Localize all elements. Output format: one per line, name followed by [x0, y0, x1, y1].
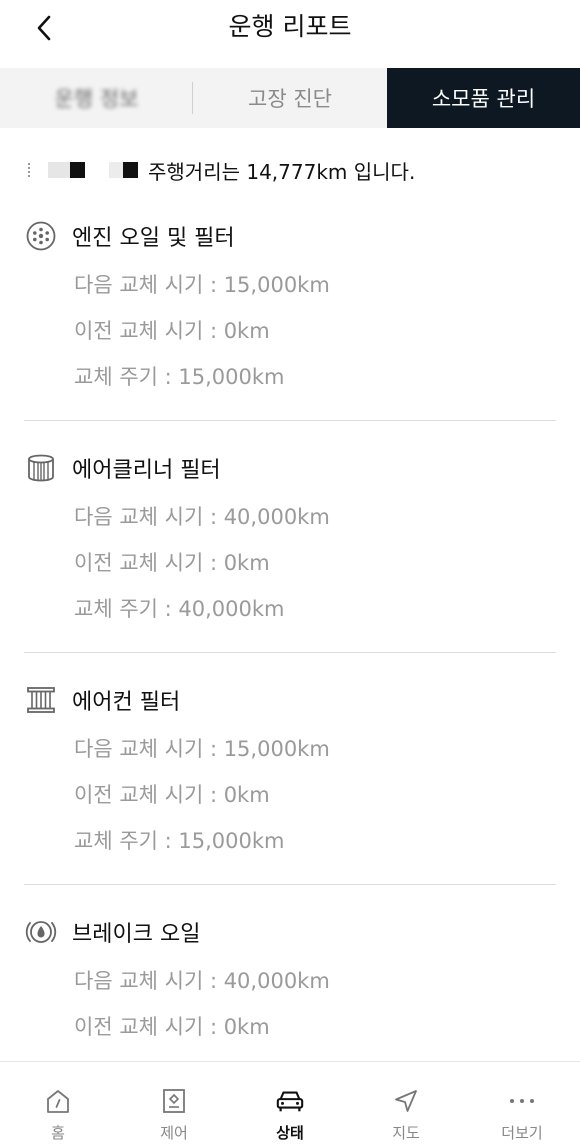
- nav-home[interactable]: 홈: [0, 1062, 116, 1147]
- home-icon: [43, 1086, 73, 1116]
- tab-consumables[interactable]: 소모품 관리: [387, 68, 580, 128]
- previous-replacement: 이전 교체 시기 : 0km: [74, 1015, 270, 1039]
- previous-replacement: 이전 교체 시기 : 0km: [74, 319, 270, 343]
- control-icon: [159, 1086, 189, 1116]
- air-cleaner-filter-icon: [24, 451, 58, 485]
- previous-replacement: 이전 교체 시기 : 0km: [74, 783, 270, 807]
- more-icon: [507, 1086, 537, 1116]
- section-divider: [24, 420, 556, 421]
- replacement-cycle: 교체 주기 : 15,000km: [74, 829, 285, 853]
- nav-label: 더보기: [501, 1124, 543, 1142]
- engine-oil-filter-icon: [24, 219, 58, 253]
- mileage-summary: 주행거리는 14,777km 입니다.: [28, 152, 560, 188]
- nav-status[interactable]: 상태: [232, 1062, 348, 1147]
- mileage-text: 주행거리는 14,777km 입니다.: [148, 159, 416, 184]
- bottom-navigation: 홈 제어 상태 지도 더보기: [0, 1061, 580, 1147]
- consumable-title: 에어컨 필터: [72, 690, 181, 715]
- consumable-item: 에어클리너 필터 다음 교체 시기 : 40,000km 이전 교체 시기 : …: [24, 450, 556, 632]
- redacted-text: [91, 162, 109, 178]
- consumable-title: 엔진 오일 및 필터: [72, 226, 235, 251]
- header: 운행 리포트: [0, 0, 580, 68]
- consumable-header: 엔진 오일 및 필터: [24, 218, 556, 254]
- tab-label: 운행 정보: [54, 87, 139, 111]
- tab-driving-info[interactable]: 운행 정보: [0, 68, 193, 128]
- consumable-item: 에어컨 필터 다음 교체 시기 : 15,000km 이전 교체 시기 : 0k…: [24, 682, 556, 864]
- tab-label: 소모품 관리: [431, 87, 536, 111]
- consumable-item: 엔진 오일 및 필터 다음 교체 시기 : 15,000km 이전 교체 시기 …: [24, 218, 556, 400]
- next-replacement: 다음 교체 시기 : 40,000km: [74, 505, 330, 529]
- nav-label: 제어: [160, 1124, 188, 1142]
- consumable-title: 에어클리너 필터: [72, 458, 221, 483]
- redacted-text: [70, 162, 85, 178]
- tab-bar: 운행 정보 고장 진단 소모품 관리: [0, 68, 580, 128]
- replacement-cycle: 교체 주기 : 15,000km: [74, 365, 285, 389]
- next-replacement: 다음 교체 시기 : 40,000km: [74, 969, 330, 993]
- air-conditioner-filter-icon: [24, 683, 58, 717]
- previous-replacement: 이전 교체 시기 : 0km: [74, 551, 270, 575]
- redacted-text: [28, 163, 34, 177]
- map-navigation-icon: [391, 1086, 421, 1116]
- redacted-text: [109, 162, 123, 178]
- page-title: 운행 리포트: [228, 12, 352, 41]
- nav-more[interactable]: 더보기: [464, 1062, 580, 1147]
- redacted-text: [48, 162, 70, 178]
- tab-label: 고장 진단: [248, 87, 332, 111]
- next-replacement: 다음 교체 시기 : 15,000km: [74, 273, 330, 297]
- replacement-cycle: 교체 주기 : 40,000km: [74, 597, 285, 621]
- consumable-header: 에어컨 필터: [24, 682, 556, 718]
- section-divider: [24, 652, 556, 653]
- car-status-icon: [275, 1086, 305, 1116]
- redacted-text: [123, 162, 138, 178]
- nav-label: 상태: [276, 1124, 304, 1142]
- nav-map[interactable]: 지도: [348, 1062, 464, 1147]
- brake-oil-icon: [24, 915, 58, 949]
- nav-label: 지도: [392, 1124, 420, 1142]
- nav-label: 홈: [51, 1124, 65, 1142]
- consumable-item: 브레이크 오일 다음 교체 시기 : 40,000km 이전 교체 시기 : 0…: [24, 914, 556, 1050]
- section-divider: [24, 884, 556, 885]
- consumable-title: 브레이크 오일: [72, 922, 201, 947]
- consumable-header: 에어클리너 필터: [24, 450, 556, 486]
- next-replacement: 다음 교체 시기 : 15,000km: [74, 737, 330, 761]
- tab-fault-diagnosis[interactable]: 고장 진단: [193, 68, 387, 128]
- consumable-header: 브레이크 오일: [24, 914, 556, 950]
- nav-control[interactable]: 제어: [116, 1062, 232, 1147]
